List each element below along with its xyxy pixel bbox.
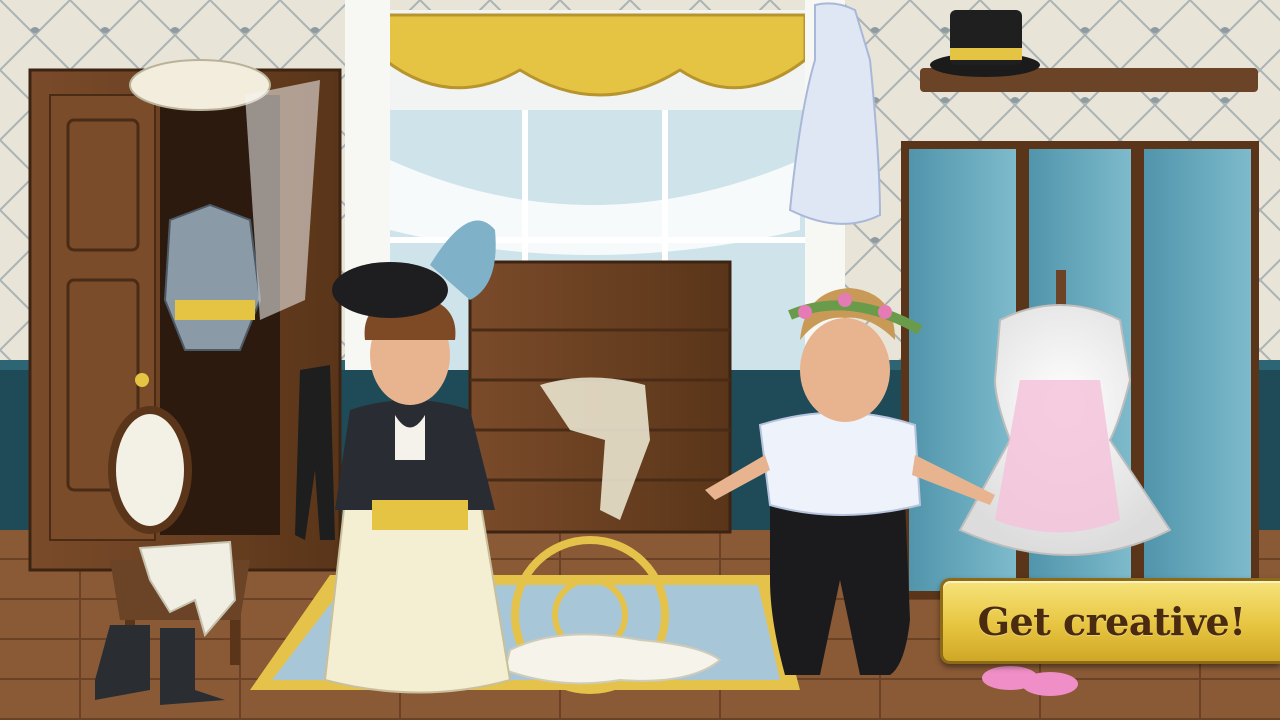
get-creative-label: Get creative! [977,598,1246,644]
get-creative-button[interactable]: Get creative! [940,578,1280,664]
military-jacket [163,203,262,351]
gold-curtain [383,13,807,97]
